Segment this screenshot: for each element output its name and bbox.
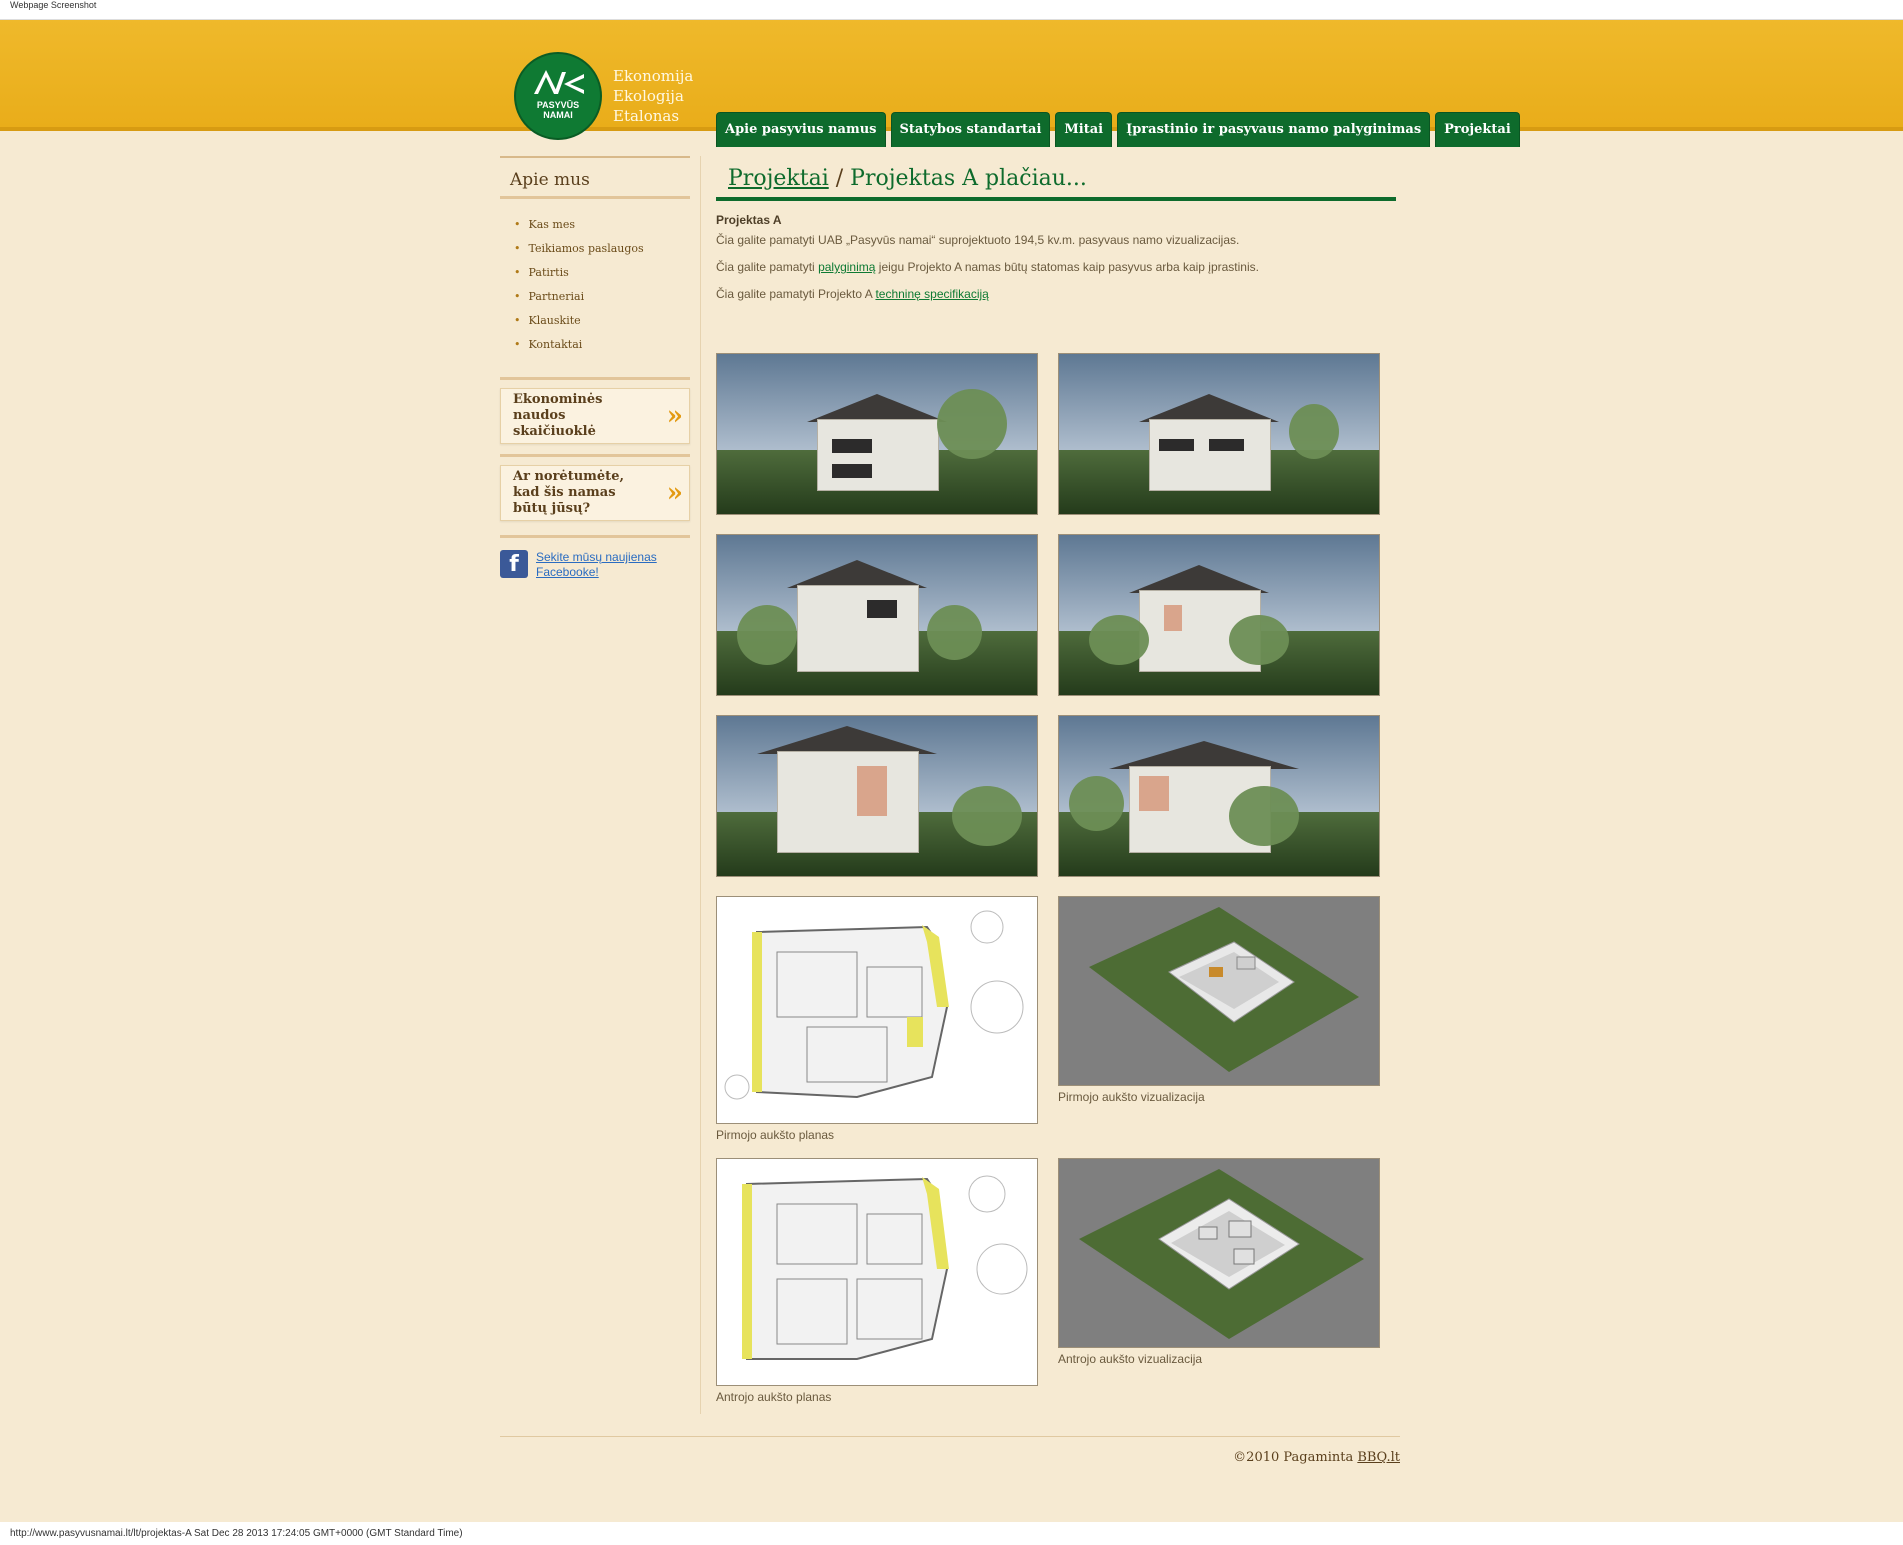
isometric-render [1079, 1169, 1364, 1339]
nav-item-statybos-standartai[interactable]: Statybos standartai [890, 112, 1051, 147]
intro-paragraph-3: Čia galite pamatyti Projekto A techninę … [716, 287, 989, 301]
second-floor-visualization-caption: Antrojo aukšto vizualizacija [1058, 1352, 1203, 1366]
comparison-link[interactable]: palyginimą [818, 260, 875, 274]
intro-paragraph-1: Čia galite pamatyti UAB „Pasyvūs namai“ … [716, 233, 1240, 247]
facebook-icon[interactable]: f [500, 550, 528, 578]
intro-paragraph-2: Čia galite pamatyti palyginimą jeigu Pro… [716, 260, 1259, 274]
own-house-label: Ar norėtumėte, kad šis namas būtų jūsų? [513, 469, 624, 516]
breadcrumb-current: Projektas A plačiau... [850, 166, 1087, 191]
breadcrumb: Projektai / Projektas A plačiau... [716, 156, 1396, 201]
sidebar-item-klauskite[interactable]: Klauskite [514, 309, 690, 333]
tagline: Ekonomija Ekologija Etalonas [613, 66, 693, 126]
facebook-link[interactable]: Sekite mūsų naujienas Facebooke! [536, 550, 666, 580]
render-image-4[interactable] [1058, 534, 1380, 696]
site-logo[interactable]: PASYVŪS NAMAI [514, 52, 602, 140]
column-divider [700, 156, 701, 1414]
first-floor-visualization-caption: Pirmojo aukšto vizualizacija [1058, 1090, 1205, 1104]
floor-plan-drawing [742, 1175, 1028, 1360]
window-top-label: Webpage Screenshot [0, 0, 1903, 20]
first-floor-plan-image[interactable] [716, 896, 1038, 1124]
first-floor-visualization-image[interactable] [1058, 896, 1380, 1086]
main-content: Projektai / Projektas A plačiau... Proje… [716, 156, 1396, 314]
render-image-3[interactable] [716, 534, 1038, 696]
promo-own-house: Ar norėtumėte, kad šis namas būtų jūsų? … [500, 454, 690, 521]
own-house-button[interactable]: Ar norėtumėte, kad šis namas būtų jūsų? … [500, 465, 690, 521]
logo-mark-icon [534, 70, 584, 94]
facebook-block: f Sekite mūsų naujienas Facebooke! [500, 535, 690, 580]
nav-item-projektai[interactable]: Projektai [1435, 112, 1520, 147]
sidebar-item-patirtis[interactable]: Patirtis [514, 261, 690, 285]
sidebar-item-paslaugos[interactable]: Teikiamos paslaugos [514, 237, 690, 261]
calculator-button[interactable]: Ekonominės naudos skaičiuoklė » [500, 388, 690, 444]
calculator-label: Ekonominės naudos skaičiuoklė [513, 392, 603, 439]
breadcrumb-separator: / [835, 166, 844, 191]
nav-item-palyginimas[interactable]: Įprastinio ir pasyvaus namo palyginimas [1117, 112, 1431, 147]
footer-divider [500, 1436, 1400, 1437]
breadcrumb-link-projektai[interactable]: Projektai [728, 166, 829, 191]
sidebar-menu: Kas mes Teikiamos paslaugos Patirtis Par… [500, 199, 690, 367]
footer: ©2010 Pagaminta BBQ.lt [1200, 1450, 1400, 1465]
main-nav: Apie pasyvius namus Statybos standartai … [716, 112, 1520, 147]
footer-text: ©2010 Pagaminta [1233, 1450, 1354, 1465]
double-chevron-right-icon: » [666, 478, 683, 508]
sidebar-title: Apie mus [500, 156, 690, 199]
render-image-2[interactable] [1058, 353, 1380, 515]
logo-text: PASYVŪS NAMAI [536, 100, 580, 120]
second-floor-visualization-image[interactable] [1058, 1158, 1380, 1348]
window-bottom-label: http://www.pasyvusnamai.lt/lt/projektas-… [0, 1522, 1903, 1545]
sidebar-item-kas-mes[interactable]: Kas mes [514, 213, 690, 237]
render-image-5[interactable] [716, 715, 1038, 877]
second-floor-plan-caption: Antrojo aukšto planas [716, 1390, 832, 1404]
sidebar-item-partneriai[interactable]: Partneriai [514, 285, 690, 309]
tech-spec-link[interactable]: techninę specifikaciją [875, 287, 988, 301]
double-chevron-right-icon: » [666, 401, 683, 431]
sidebar: Apie mus Kas mes Teikiamos paslaugos Pat… [500, 156, 690, 580]
footer-link[interactable]: BBQ.lt [1357, 1450, 1400, 1465]
nav-item-mitai[interactable]: Mitai [1055, 112, 1113, 147]
render-image-6[interactable] [1058, 715, 1380, 877]
second-floor-plan-image[interactable] [716, 1158, 1038, 1386]
render-image-1[interactable] [716, 353, 1038, 515]
isometric-render [1089, 907, 1359, 1072]
floor-plan-drawing [724, 910, 1024, 1100]
sidebar-item-kontaktai[interactable]: Kontaktai [514, 333, 690, 357]
tagline-line-2: Ekologija [613, 87, 684, 105]
tagline-line-1: Ekonomija [613, 67, 694, 85]
promo-calculator: Ekonominės naudos skaičiuoklė » [500, 377, 690, 444]
tagline-line-3: Etalonas [613, 107, 680, 125]
first-floor-plan-caption: Pirmojo aukšto planas [716, 1128, 835, 1142]
nav-item-apie-pasyvius-namus[interactable]: Apie pasyvius namus [716, 112, 886, 147]
project-title: Projektas A [716, 213, 782, 227]
site-header: PASYVŪS NAMAI Ekonomija Ekologija Etalon… [0, 20, 1903, 147]
